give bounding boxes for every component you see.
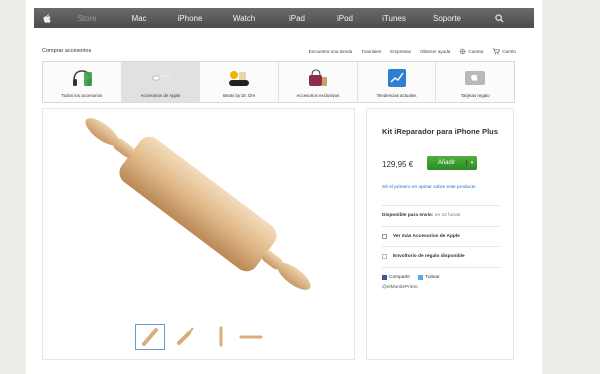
gift-label: Envoltorio de regalo disponible — [393, 254, 465, 259]
nav-ipad[interactable]: iPad — [272, 8, 322, 28]
facebook-share-button[interactable]: Compartir — [382, 275, 410, 280]
social-share: Compartir Tuitear — [382, 275, 440, 280]
shipping-label: Disponible para envío: — [382, 213, 434, 218]
twitter-share-button[interactable]: Tuitear — [418, 275, 440, 280]
shipping-value: en 24 horas — [434, 213, 461, 218]
cable-icon — [152, 75, 171, 81]
divider — [382, 246, 500, 247]
twitter-icon — [418, 275, 424, 280]
product-title: Kit iReparador para iPhone Plus — [382, 127, 499, 136]
rolling-pin-thumb-icon — [239, 335, 263, 339]
twitter-handle: @elMonitePrieto — [382, 285, 418, 290]
thumbnail-4[interactable] — [237, 324, 267, 350]
category-gift-cards[interactable]: Tarjetas regalo — [436, 62, 514, 102]
nav-soporte[interactable]: Soporte — [420, 8, 474, 28]
category-label: Tarjetas regalo — [460, 93, 490, 98]
twitter-label: Tuitear — [425, 275, 440, 280]
nav-ipod[interactable]: iPod — [322, 8, 368, 28]
gift-icon — [382, 254, 387, 259]
cart-link[interactable]: Carrito — [492, 48, 516, 55]
link-tutorials[interactable]: Tutoriales — [361, 49, 381, 54]
rolling-pin-thumb-icon — [219, 326, 223, 347]
more-apple-accessories-link[interactable]: Ver más Accesorios de Apple — [382, 234, 460, 239]
link-find-store[interactable]: Encuentra una tienda — [309, 49, 353, 54]
divider — [382, 267, 500, 268]
headphones-icon — [72, 70, 92, 86]
nav-mac[interactable]: Mac — [114, 8, 164, 28]
thumbnail-1[interactable] — [135, 324, 165, 350]
category-all[interactable]: Todos los accesorios — [43, 62, 122, 102]
category-label: Tendencias actuales — [376, 93, 417, 98]
category-trends[interactable]: Tendencias actuales — [358, 62, 437, 102]
category-strip: Todos los accesorios Accesorios de Apple… — [42, 61, 515, 103]
nav-iphone[interactable]: iPhone — [164, 8, 216, 28]
gear-icon — [460, 48, 466, 55]
category-label: Accesorios exclusivos — [296, 93, 340, 98]
category-beats[interactable]: Beats by Dr. Dre — [200, 62, 280, 102]
store-subheader: Comprar accesorios Encuentra una tienda … — [42, 48, 516, 60]
category-apple[interactable]: Accesorios de Apple — [121, 62, 201, 102]
divider — [382, 226, 500, 227]
rolling-pin-image — [85, 118, 311, 290]
divider — [382, 205, 500, 206]
subheader-links: Encuentra una tienda Tutoriales Empresas… — [309, 48, 516, 55]
more-label: Ver más Accesorios de Apple — [393, 234, 460, 239]
apple-logo-icon[interactable] — [34, 8, 60, 28]
bag-icon — [308, 69, 327, 86]
facebook-icon — [382, 275, 387, 280]
gift-wrap-option[interactable]: Envoltorio de regalo disponible — [382, 254, 465, 259]
category-exclusive[interactable]: Accesorios exclusivos — [279, 62, 358, 102]
nav-watch[interactable]: Watch — [216, 8, 272, 28]
review-link[interactable]: Sé el primero en opinar sobre este produ… — [382, 184, 497, 191]
chevron-down-icon[interactable]: ▾ — [467, 160, 477, 166]
nav-itunes[interactable]: iTunes — [368, 8, 420, 28]
gift-card-icon — [465, 71, 486, 85]
product-price: 129,95 € — [382, 160, 414, 169]
section-title: Comprar accesorios — [42, 48, 92, 54]
beats-speaker-icon — [229, 71, 250, 86]
accessory-icon — [382, 234, 387, 239]
add-to-bag-button[interactable]: Añadir ▾ — [427, 156, 477, 170]
product-gallery — [42, 108, 355, 360]
facebook-label: Compartir — [389, 275, 411, 280]
category-label: Todos los accesorios — [61, 93, 103, 98]
trend-icon — [387, 69, 406, 87]
thumbnail-3[interactable] — [207, 324, 237, 350]
cart-label: Carrito — [502, 49, 516, 54]
purchase-panel: Kit iReparador para iPhone Plus 129,95 €… — [366, 108, 514, 360]
rolling-pin-thumb-icon — [142, 328, 158, 346]
link-help[interactable]: Obtener ayuda — [420, 49, 450, 54]
account-label: Cuenta — [468, 49, 484, 54]
cart-icon — [492, 48, 501, 55]
rolling-pin-thumb-icon — [177, 327, 194, 345]
category-label: Accesorios de Apple — [140, 93, 181, 98]
nav-store[interactable]: Store — [60, 8, 114, 28]
search-icon[interactable] — [474, 8, 524, 28]
thumbnail-2[interactable] — [173, 324, 203, 350]
global-nav: Store Mac iPhone Watch iPad iPod iTunes … — [34, 8, 534, 28]
shipping-info: Disponible para envío: en 24 horas — [382, 213, 460, 218]
link-business[interactable]: Empresas — [390, 49, 411, 54]
account-link[interactable]: Cuenta — [459, 48, 483, 55]
category-label: Beats by Dr. Dre — [223, 93, 256, 98]
add-label: Añadir — [427, 160, 467, 166]
